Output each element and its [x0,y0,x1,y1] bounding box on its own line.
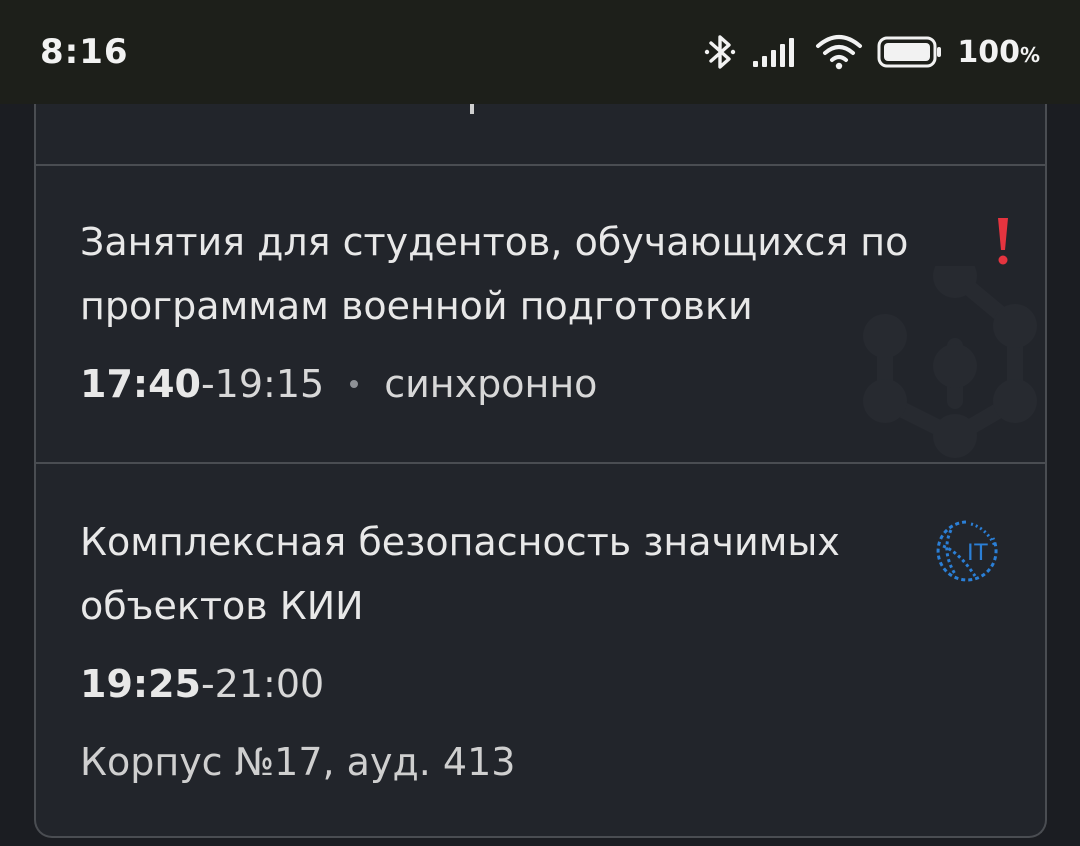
battery-icon [877,36,942,68]
lesson-mode: синхронно [384,362,598,406]
list-item[interactable]: Комплексная безопасность значимых объект… [36,466,1045,836]
exclamation-icon [998,218,1008,265]
time-end: -21:00 [200,662,325,706]
separator-dot [350,380,359,388]
lesson-time: 19:25 -21:00 [80,662,324,706]
status-bar: 8:16 100% [0,0,1080,104]
signal-icon [753,38,795,67]
text-fragment [470,104,474,114]
lesson-title: Занятия для студентов, обучающихся по пр… [80,220,909,328]
it-logo-text: IT [967,539,989,566]
previous-list-item[interactable] [36,104,1045,166]
lesson-title: Комплексная безопасность значимых объект… [80,520,840,628]
time-end: -19:15 [200,362,325,406]
time-start: 17:40 [80,362,201,406]
battery-percent: 100% [957,34,1040,70]
status-icons: 100% [703,32,1040,72]
wifi-icon [816,35,863,70]
schedule-list[interactable]: Занятия для студентов, обучающихся по пр… [34,104,1047,838]
lesson-time: 17:40 -19:15 синхронно [80,362,597,406]
list-item[interactable]: Занятия для студентов, обучающихся по пр… [36,166,1045,464]
status-time: 8:16 [40,32,129,72]
bluetooth-icon [705,35,736,69]
it-logo-icon: IT [936,520,998,582]
time-start: 19:25 [80,662,201,706]
lesson-location: Корпус №17, ауд. 413 [80,740,516,784]
